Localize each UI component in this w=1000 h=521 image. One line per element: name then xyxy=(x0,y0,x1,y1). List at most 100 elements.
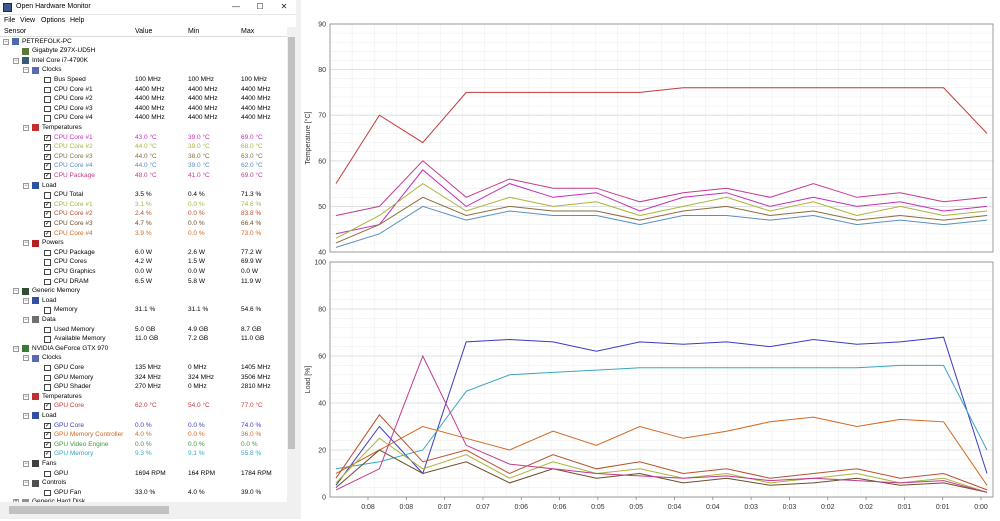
plot-checkbox[interactable]: ✓ xyxy=(44,432,51,439)
tree-row[interactable]: − Fans xyxy=(0,459,287,469)
plot-checkbox[interactable] xyxy=(44,268,51,276)
collapse-icon[interactable]: − xyxy=(13,345,19,352)
tree-row[interactable]: − Controls xyxy=(0,479,287,489)
column-max[interactable]: Max xyxy=(241,28,254,35)
tree-row[interactable]: − Temperatures xyxy=(0,123,287,133)
column-sensor[interactable]: Sensor xyxy=(4,28,26,35)
collapse-icon[interactable]: − xyxy=(23,240,29,247)
plot-checkbox[interactable]: ✓ xyxy=(44,211,51,218)
horizontal-scroll-thumb[interactable] xyxy=(9,506,169,514)
tree-row[interactable]: ✓ CPU Package 48.0 °C 41.0 °C 69.0 °C xyxy=(0,171,287,181)
collapse-icon[interactable]: − xyxy=(23,297,29,304)
collapse-icon[interactable]: − xyxy=(13,288,19,295)
collapse-icon[interactable]: − xyxy=(23,480,29,487)
collapse-icon[interactable]: − xyxy=(3,38,9,45)
plot-checkbox[interactable]: ✓ xyxy=(44,153,51,161)
plot-checkbox[interactable] xyxy=(44,278,51,285)
menu-help[interactable]: Help xyxy=(70,17,84,24)
tree-row[interactable]: − Clocks xyxy=(0,354,287,364)
collapse-icon[interactable]: − xyxy=(23,393,29,400)
tree-row[interactable]: − Generic Memory xyxy=(0,287,287,297)
horizontal-scrollbar[interactable] xyxy=(0,502,296,519)
tree-row[interactable]: ✓ CPU Core #2 2.4 % 0.0 % 83.8 % xyxy=(0,210,287,220)
maximize-button[interactable]: ☐ xyxy=(248,0,272,15)
plot-checkbox[interactable] xyxy=(44,470,51,477)
plot-checkbox[interactable] xyxy=(44,374,51,381)
close-button[interactable]: ✕ xyxy=(272,0,296,15)
tree-row[interactable]: ✓ GPU Memory 9.3 % 9.1 % 55.8 % xyxy=(0,450,287,460)
plot-checkbox[interactable]: ✓ xyxy=(44,134,51,141)
tree-row[interactable]: CPU Package 6.0 W 2.6 W 77.2 W xyxy=(0,248,287,258)
tree-row[interactable]: − Clocks xyxy=(0,66,287,76)
plot-checkbox[interactable]: ✓ xyxy=(44,220,51,228)
collapse-icon[interactable]: − xyxy=(23,67,29,74)
collapse-icon[interactable]: − xyxy=(23,460,29,467)
plot-checkbox[interactable] xyxy=(44,326,51,333)
tree-row[interactable]: CPU Total 3.5 % 0.4 % 71.3 % xyxy=(0,191,287,201)
plot-checkbox[interactable] xyxy=(44,259,51,266)
tree-row[interactable]: CPU Core #2 4400 MHz 4400 MHz 4400 MHz xyxy=(0,95,287,105)
tree-row[interactable]: Bus Speed 100 MHz 100 MHz 100 MHz xyxy=(0,75,287,85)
minimize-button[interactable]: — xyxy=(224,0,248,15)
plot-checkbox[interactable] xyxy=(44,115,51,122)
collapse-icon[interactable]: − xyxy=(23,316,29,323)
plot-checkbox[interactable]: ✓ xyxy=(44,172,51,180)
menu-options[interactable]: Options xyxy=(41,17,65,24)
tree-row[interactable]: ✓ CPU Core #4 3.9 % 0.0 % 73.0 % xyxy=(0,229,287,239)
column-value[interactable]: Value xyxy=(135,28,152,35)
tree-row[interactable]: ✓ GPU Core 0.0 % 0.0 % 74.0 % xyxy=(0,421,287,431)
plot-checkbox[interactable] xyxy=(44,364,51,372)
tree-row[interactable]: − Load xyxy=(0,181,287,191)
tree-row[interactable]: ✓ CPU Core #1 43.0 °C 39.0 °C 69.0 °C xyxy=(0,133,287,143)
tree-row[interactable]: Used Memory 5.0 GB 4.9 GB 8.7 GB xyxy=(0,325,287,335)
plot-checkbox[interactable]: ✓ xyxy=(44,230,51,237)
plot-checkbox[interactable]: ✓ xyxy=(44,163,51,170)
tree-row[interactable]: ✓ CPU Core #4 44.0 °C 39.0 °C 62.0 °C xyxy=(0,162,287,172)
tree-row[interactable]: − Data xyxy=(0,315,287,325)
tree-row[interactable]: − Load xyxy=(0,411,287,421)
collapse-icon[interactable]: − xyxy=(23,182,29,189)
tree-row[interactable]: ✓ CPU Core #2 44.0 °C 39.0 °C 68.0 °C xyxy=(0,143,287,153)
tree-row[interactable]: GPU Core 135 MHz 0 MHz 1405 MHz xyxy=(0,363,287,373)
tree-row[interactable]: CPU Cores 4.2 W 1.5 W 69.9 W xyxy=(0,258,287,268)
tree-row[interactable]: ✓ CPU Core #3 4.7 % 0.0 % 66.4 % xyxy=(0,219,287,229)
tree-row[interactable]: ✓ CPU Core #1 3.1 % 0.0 % 74.6 % xyxy=(0,200,287,210)
plot-checkbox[interactable] xyxy=(44,307,51,314)
tree-row[interactable]: ✓ GPU Memory Controller 4.0 % 0.0 % 36.0 % xyxy=(0,431,287,441)
tree-row[interactable]: GPU 1694 RPM 164 RPM 1784 RPM xyxy=(0,469,287,479)
tree-row[interactable]: Gigabyte Z97X-UD5H xyxy=(0,47,287,57)
tree-row[interactable]: − Load xyxy=(0,296,287,306)
tree-row[interactable]: Memory 31.1 % 31.1 % 54.6 % xyxy=(0,306,287,316)
tree-row[interactable]: GPU Shader 270 MHz 0 MHz 2810 MHz xyxy=(0,383,287,393)
plot-checkbox[interactable] xyxy=(44,96,51,103)
plot-checkbox[interactable]: ✓ xyxy=(44,403,51,410)
plot-checkbox[interactable] xyxy=(44,76,51,84)
tree-row[interactable]: − NVIDIA GeForce GTX 970 xyxy=(0,344,287,354)
vertical-scroll-thumb[interactable] xyxy=(288,37,295,449)
plot-checkbox[interactable]: ✓ xyxy=(44,201,51,209)
tree-row[interactable]: CPU Graphics 0.0 W 0.0 W 0.0 W xyxy=(0,267,287,277)
collapse-icon[interactable]: − xyxy=(23,412,29,419)
plot-checkbox[interactable] xyxy=(44,249,51,257)
menu-file[interactable]: File xyxy=(4,17,15,24)
plot-checkbox[interactable] xyxy=(44,489,51,497)
tree-row[interactable]: GPU Memory 324 MHz 324 MHz 3506 MHz xyxy=(0,373,287,383)
plot-checkbox[interactable]: ✓ xyxy=(44,422,51,429)
collapse-icon[interactable]: − xyxy=(23,355,29,362)
column-min[interactable]: Min xyxy=(188,28,199,35)
tree-row[interactable]: ✓ GPU Video Engine 0.0 % 0.0 % 0.0 % xyxy=(0,440,287,450)
plot-checkbox[interactable]: ✓ xyxy=(44,144,51,151)
tree-row[interactable]: Available Memory 11.0 GB 7.2 GB 11.0 GB xyxy=(0,335,287,345)
plot-checkbox[interactable] xyxy=(44,105,51,113)
tree-row[interactable]: ✓ CPU Core #3 44.0 °C 38.0 °C 63.0 °C xyxy=(0,152,287,162)
tree-row[interactable]: CPU DRAM 6.5 W 5.8 W 11.9 W xyxy=(0,277,287,287)
tree-row[interactable]: − PETREFOLK-PC xyxy=(0,37,287,47)
plot-checkbox[interactable]: ✓ xyxy=(44,441,51,449)
menu-view[interactable]: View xyxy=(20,17,35,24)
plot-checkbox[interactable] xyxy=(44,384,51,391)
tree-row[interactable]: − Powers xyxy=(0,239,287,249)
tree-row[interactable]: CPU Core #1 4400 MHz 4400 MHz 4400 MHz xyxy=(0,85,287,95)
tree-row[interactable]: ✓ GPU Core 62.0 °C 54.0 °C 77.0 °C xyxy=(0,402,287,412)
tree-row[interactable]: CPU Core #3 4400 MHz 4400 MHz 4400 MHz xyxy=(0,104,287,114)
tree-row[interactable]: CPU Core #4 4400 MHz 4400 MHz 4400 MHz xyxy=(0,114,287,124)
